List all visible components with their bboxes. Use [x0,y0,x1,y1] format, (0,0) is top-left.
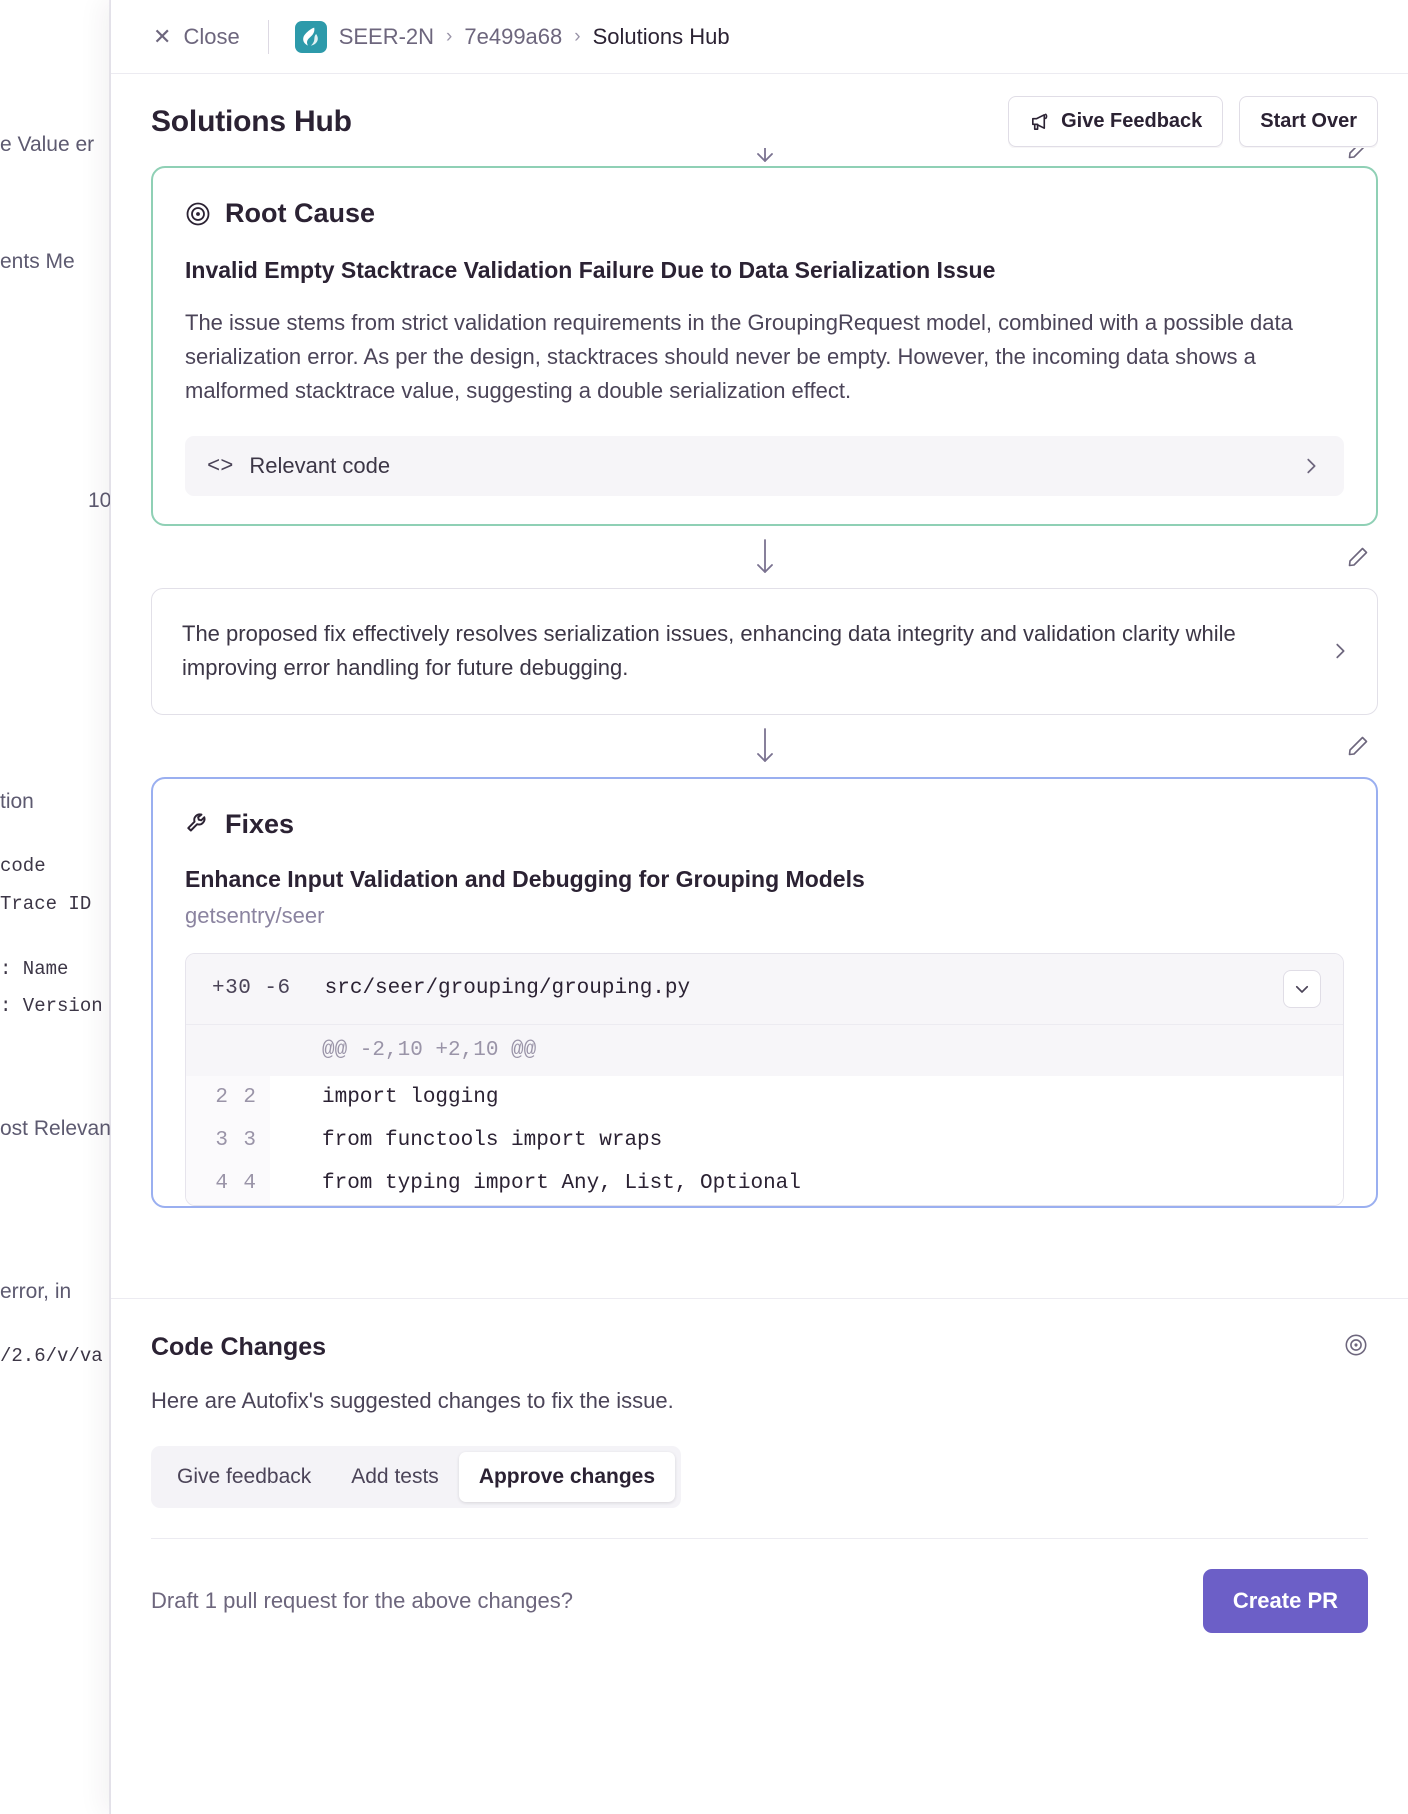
breadcrumb-item-1[interactable]: 7e499a68 [464,24,562,50]
edit-pencil-top-icon[interactable] [1346,148,1370,161]
target-icon [185,201,211,227]
fixes-title: Fixes [225,809,294,840]
arrow-down-icon [753,538,777,576]
edit-pencil-icon[interactable] [1346,734,1370,758]
wrench-icon [185,811,211,837]
fix-repo: getsentry/seer [185,903,1344,929]
arrow-down-icon [753,148,777,165]
diff-line-code: import logging [270,1076,1343,1119]
bg-snippet-1: ents Me [0,250,75,274]
edit-pencil-icon[interactable] [1346,545,1370,569]
bg-snippet-4: code [0,855,46,877]
diff-line-code: from functools import wraps [270,1119,1343,1162]
close-button[interactable]: ✕ Close [151,20,242,54]
code-changes-title: Code Changes [151,1333,326,1362]
diff-old-line-number: 2 [186,1076,228,1119]
create-pr-row: Draft 1 pull request for the above chang… [151,1539,1368,1633]
breadcrumb-chevron-1-icon: › [574,26,580,48]
diff-new-line-number: 3 [228,1119,270,1162]
start-over-label: Start Over [1260,110,1357,133]
tab-add-tests[interactable]: Add tests [331,1452,459,1502]
page-title: Solutions Hub [151,105,352,139]
code-changes-tabs: Give feedback Add tests Approve changes [151,1446,681,1508]
connector-top [151,148,1378,166]
diff-collapse-button[interactable] [1283,970,1321,1008]
root-cause-header: Root Cause [185,198,1344,229]
bg-snippet-3: tion [0,790,34,814]
root-cause-heading: Invalid Empty Stacktrace Validation Fail… [185,255,1344,286]
bg-snippet-7: : Version [0,995,103,1017]
root-cause-body: The issue stems from strict validation r… [185,306,1344,408]
diff-line-code: from typing import Any, List, Optional [270,1162,1343,1205]
diff-added: +30 [212,977,251,1000]
create-pr-button[interactable]: Create PR [1203,1569,1368,1633]
diff-stats: +30 -6 [212,977,291,1000]
relevant-code-row[interactable]: <> Relevant code [185,436,1344,496]
bg-snippet-10: /2.6/v/va [0,1345,103,1367]
fixes-card: Fixes Enhance Input Validation and Debug… [151,777,1378,1208]
start-over-button[interactable]: Start Over [1239,96,1378,147]
chevron-right-icon [1300,455,1322,477]
relevant-code-label: Relevant code [249,453,390,479]
diff-line: 2 2 import logging [186,1076,1343,1119]
solution-summary-card[interactable]: The proposed fix effectively resolves se… [151,588,1378,714]
fixes-header: Fixes [185,809,1344,840]
breadcrumb-chevron-0-icon: › [446,26,452,48]
diff-header[interactable]: +30 -6 src/seer/grouping/grouping.py [186,954,1343,1025]
root-cause-card: Root Cause Invalid Empty Stacktrace Vali… [151,166,1378,526]
code-changes-subtitle: Here are Autofix's suggested changes to … [151,1388,1368,1414]
bg-snippet-0: e Value er [0,133,94,157]
target-small-icon[interactable] [1344,1333,1368,1357]
diff-hunk-header: @@ -2,10 +2,10 @@ [186,1025,1343,1076]
bg-snippet-5: Trace ID [0,893,91,915]
drawer-content[interactable]: Root Cause Invalid Empty Stacktrace Vali… [111,148,1408,1298]
breadcrumb-item-0[interactable]: SEER-2N [339,24,434,50]
bg-snippet-2: 10 [88,489,111,513]
diff-file-path: src/seer/grouping/grouping.py [325,977,1249,1000]
diff-line: 3 3 from functools import wraps [186,1119,1343,1162]
bg-snippet-8: ost Relevan [0,1117,111,1141]
breadcrumb-item-2: Solutions Hub [593,24,730,50]
diff-old-line-number: 3 [186,1119,228,1162]
diff-line: 4 4 from typing import Any, List, Option… [186,1162,1343,1205]
code-brackets-icon: <> [207,454,233,479]
close-icon: ✕ [153,26,171,48]
fix-heading: Enhance Input Validation and Debugging f… [185,866,1344,893]
diff-new-line-number: 2 [228,1076,270,1119]
solutions-hub-drawer: ✕ Close SEER-2N › 7e499a68 › Solutions H… [110,0,1408,1814]
sentry-seer-logo-icon [295,21,327,53]
bg-snippet-6: : Name [0,958,68,980]
diff-old-line-number: 4 [186,1162,228,1205]
give-feedback-label: Give Feedback [1061,110,1202,133]
tab-approve-changes[interactable]: Approve changes [459,1452,675,1502]
code-changes-header: Code Changes [151,1333,1368,1362]
diff-removed: -6 [264,977,290,1000]
close-label: Close [183,24,239,50]
tab-give-feedback[interactable]: Give feedback [157,1452,331,1502]
relevant-code-left: <> Relevant code [207,453,390,479]
breadcrumb: SEER-2N › 7e499a68 › Solutions Hub [295,21,730,53]
topbar-divider [268,20,269,54]
give-feedback-button[interactable]: Give Feedback [1008,96,1223,147]
connector-2 [151,715,1378,777]
code-changes-panel: Code Changes Here are Autofix's suggeste… [111,1298,1408,1814]
bg-snippet-9: error, in [0,1280,71,1304]
chevron-right-icon[interactable] [1329,640,1351,662]
megaphone-icon [1029,111,1050,132]
diff-new-line-number: 4 [228,1162,270,1205]
pr-question: Draft 1 pull request for the above chang… [151,1588,573,1614]
solution-summary-text: The proposed fix effectively resolves se… [182,617,1309,685]
drawer-topbar: ✕ Close SEER-2N › 7e499a68 › Solutions H… [111,0,1408,74]
root-cause-title: Root Cause [225,198,375,229]
header-actions: Give Feedback Start Over [1008,96,1378,147]
diff-block: +30 -6 src/seer/grouping/grouping.py @@ … [185,953,1344,1206]
screen: ·· e Value er ents Me 10 tion code Trace… [0,0,1408,1814]
arrow-down-icon [753,727,777,765]
connector-1 [151,526,1378,588]
